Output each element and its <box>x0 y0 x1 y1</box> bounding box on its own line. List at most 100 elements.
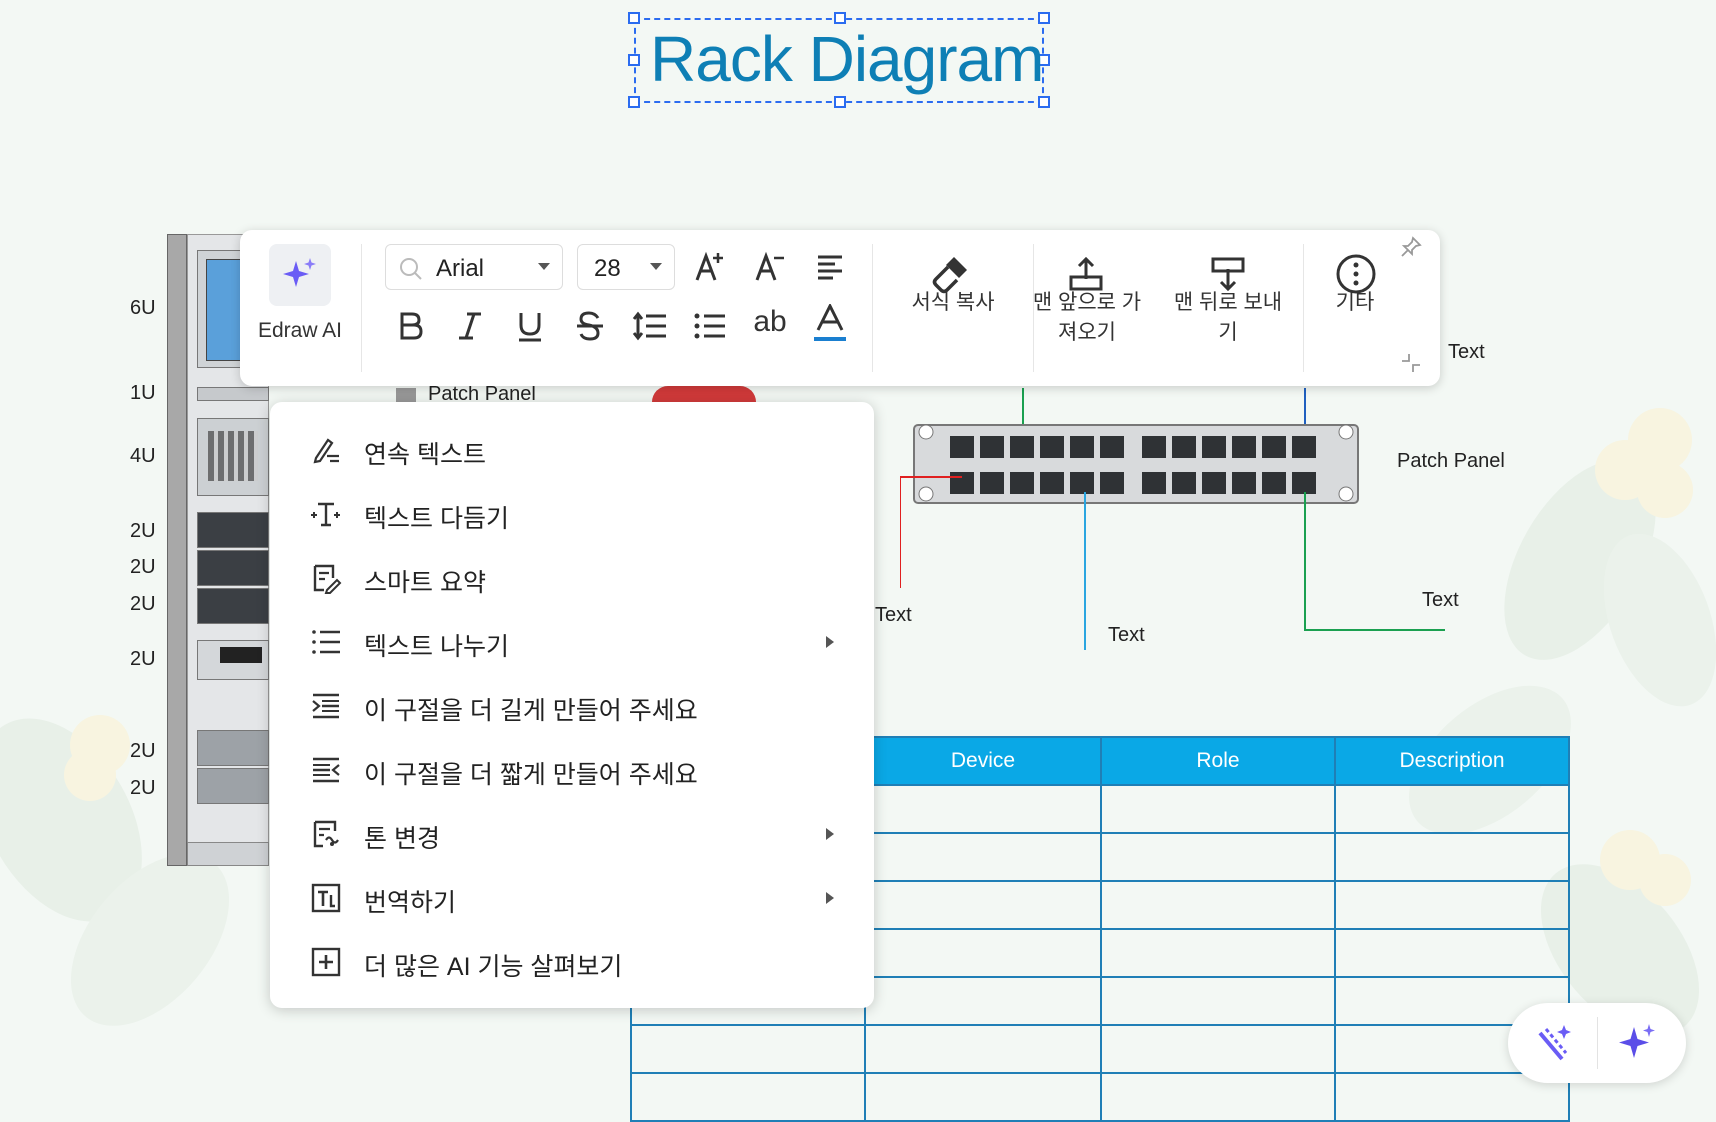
table-header-role[interactable]: Role <box>1100 736 1336 786</box>
table-header-device[interactable]: Device <box>864 736 1102 786</box>
text-case-button[interactable]: ab <box>748 300 792 344</box>
resize-handle-bl[interactable] <box>628 96 640 108</box>
ai-assistant-button[interactable] <box>1616 1021 1660 1065</box>
align-button[interactable] <box>808 245 852 289</box>
italic-button[interactable] <box>448 304 492 348</box>
send-back-label-1: 맨 뒤로 보내 <box>1173 291 1283 314</box>
pen-text-icon <box>313 438 339 464</box>
rack-switch-unit[interactable] <box>197 418 269 496</box>
line-spacing-button[interactable] <box>628 304 672 348</box>
text-label-red[interactable]: Text <box>875 604 912 627</box>
font-size-select[interactable]: 28 <box>577 244 675 290</box>
legend-swatch <box>396 388 416 402</box>
divider <box>1597 1017 1598 1069</box>
menu-item-split-text[interactable]: 텍스트 나누기 <box>270 614 874 670</box>
pin-toolbar-button[interactable] <box>1396 232 1426 262</box>
patch-panel-label-right[interactable]: Patch Panel <box>1397 450 1505 473</box>
font-color-button[interactable] <box>808 302 852 346</box>
text-label-top-right[interactable]: Text <box>1448 341 1485 364</box>
diagram-title[interactable]: Rack Diagram <box>650 22 1044 96</box>
text-label-green[interactable]: Text <box>1422 589 1459 612</box>
menu-item-label: 이 구절을 더 길게 만들어 주세요 <box>364 697 698 725</box>
table-row[interactable] <box>630 1072 1570 1122</box>
submenu-arrow-icon <box>826 828 834 840</box>
menu-item-smart-summary[interactable]: 스마트 요약 <box>270 550 874 606</box>
rack-unit-label: 6U <box>130 297 156 319</box>
translate-icon <box>311 883 341 913</box>
submenu-arrow-icon <box>826 636 834 648</box>
rack-unit-label: 1U <box>130 382 156 404</box>
rack-storage-2[interactable] <box>197 768 269 804</box>
text-format-toolbar: Edraw AI Arial 28 ab 서식 복사 맨 앞으로 가 져오기 맨… <box>240 230 1440 386</box>
resize-handle-br[interactable] <box>1038 96 1050 108</box>
menu-item-label: 더 많은 AI 기능 살펴보기 <box>364 953 623 981</box>
table-row[interactable] <box>630 1024 1570 1074</box>
rack-unit-label: 2U <box>130 648 156 670</box>
font-family-select[interactable]: Arial <box>385 244 563 290</box>
rack-server-1[interactable] <box>197 512 269 548</box>
font-decrease-icon <box>755 251 784 281</box>
ai-magic-button[interactable] <box>1532 1021 1576 1065</box>
menu-item-refine-text[interactable]: 텍스트 다듬기 <box>270 486 874 542</box>
table-header-description[interactable]: Description <box>1334 736 1570 786</box>
menu-item-label: 연속 텍스트 <box>364 441 486 469</box>
menu-item-label: 스마트 요약 <box>364 569 486 597</box>
tone-icon <box>313 820 339 848</box>
align-left-icon <box>818 255 842 280</box>
patch-panel-diagram[interactable] <box>900 380 1460 670</box>
summary-icon <box>313 564 342 594</box>
text-refine-icon <box>311 502 340 527</box>
red-shape[interactable] <box>652 386 756 402</box>
increase-font-button[interactable] <box>688 245 732 289</box>
resize-handle-bc[interactable] <box>834 96 846 108</box>
rack-unit-label: 4U <box>130 445 156 467</box>
menu-item-translate[interactable]: 번역하기 <box>270 870 874 926</box>
text-label-blue[interactable]: Text <box>1108 624 1145 647</box>
rack-base <box>187 842 269 866</box>
floating-ai-bar <box>1508 1003 1686 1083</box>
bullet-list-button[interactable] <box>688 304 732 348</box>
chevron-down-icon <box>538 263 550 270</box>
rack-storage-1[interactable] <box>197 730 269 766</box>
collapse-toolbar-button[interactable] <box>1396 348 1426 378</box>
pin-icon <box>1401 236 1422 257</box>
menu-item-continue-text[interactable]: 연속 텍스트 <box>270 422 874 478</box>
plus-box-icon <box>311 947 341 977</box>
resize-handle-tl[interactable] <box>628 12 640 24</box>
decrease-font-button[interactable] <box>748 245 792 289</box>
edraw-ai-button[interactable] <box>269 244 331 306</box>
rack-unit-label: 2U <box>130 740 156 762</box>
expand-text-icon <box>312 693 339 719</box>
underline-button[interactable] <box>508 304 552 348</box>
menu-item-more-ai[interactable]: 더 많은 AI 기능 살펴보기 <box>270 934 874 990</box>
submenu-arrow-icon <box>826 892 834 904</box>
list-split-icon <box>312 630 340 654</box>
rack-unit-label: 2U <box>130 777 156 799</box>
rack-ups-unit[interactable] <box>197 640 269 680</box>
resize-handle-ml[interactable] <box>628 54 640 66</box>
ai-context-menu: 연속 텍스트 텍스트 다듬기 스마트 요약 텍스트 나누기 이 구절을 더 길게… <box>270 402 874 1008</box>
menu-item-make-shorter[interactable]: 이 구절을 더 짧게 만들어 주세요 <box>270 742 874 798</box>
rack-server-2[interactable] <box>197 550 269 586</box>
strikethrough-button[interactable] <box>568 304 612 348</box>
font-size-value: 28 <box>594 255 621 282</box>
more-options-label: 기타 <box>1335 291 1375 314</box>
rack-unit-label: 2U <box>130 556 156 578</box>
magic-wand-icon <box>1538 1025 1571 1061</box>
bring-front-label-2: 져오기 <box>1058 321 1116 344</box>
rack-patch-panel-unit[interactable] <box>197 387 269 401</box>
menu-item-label: 번역하기 <box>364 889 457 917</box>
rack-frame[interactable] <box>167 234 187 866</box>
ai-sparkle-icon <box>1619 1024 1655 1058</box>
menu-item-make-longer[interactable]: 이 구절을 더 길게 만들어 주세요 <box>270 678 874 734</box>
rack-server-3[interactable] <box>197 588 269 624</box>
menu-item-label: 텍스트 다듬기 <box>364 505 509 533</box>
strikethrough-icon <box>577 311 603 341</box>
bring-front-label-1: 맨 앞으로 가 <box>1032 291 1142 314</box>
bullet-list-icon <box>694 313 725 339</box>
font-increase-icon <box>695 251 723 281</box>
menu-item-change-tone[interactable]: 톤 변경 <box>270 806 874 862</box>
bold-button[interactable] <box>388 304 432 348</box>
font-family-value: Arial <box>436 255 485 282</box>
search-icon <box>400 258 422 280</box>
